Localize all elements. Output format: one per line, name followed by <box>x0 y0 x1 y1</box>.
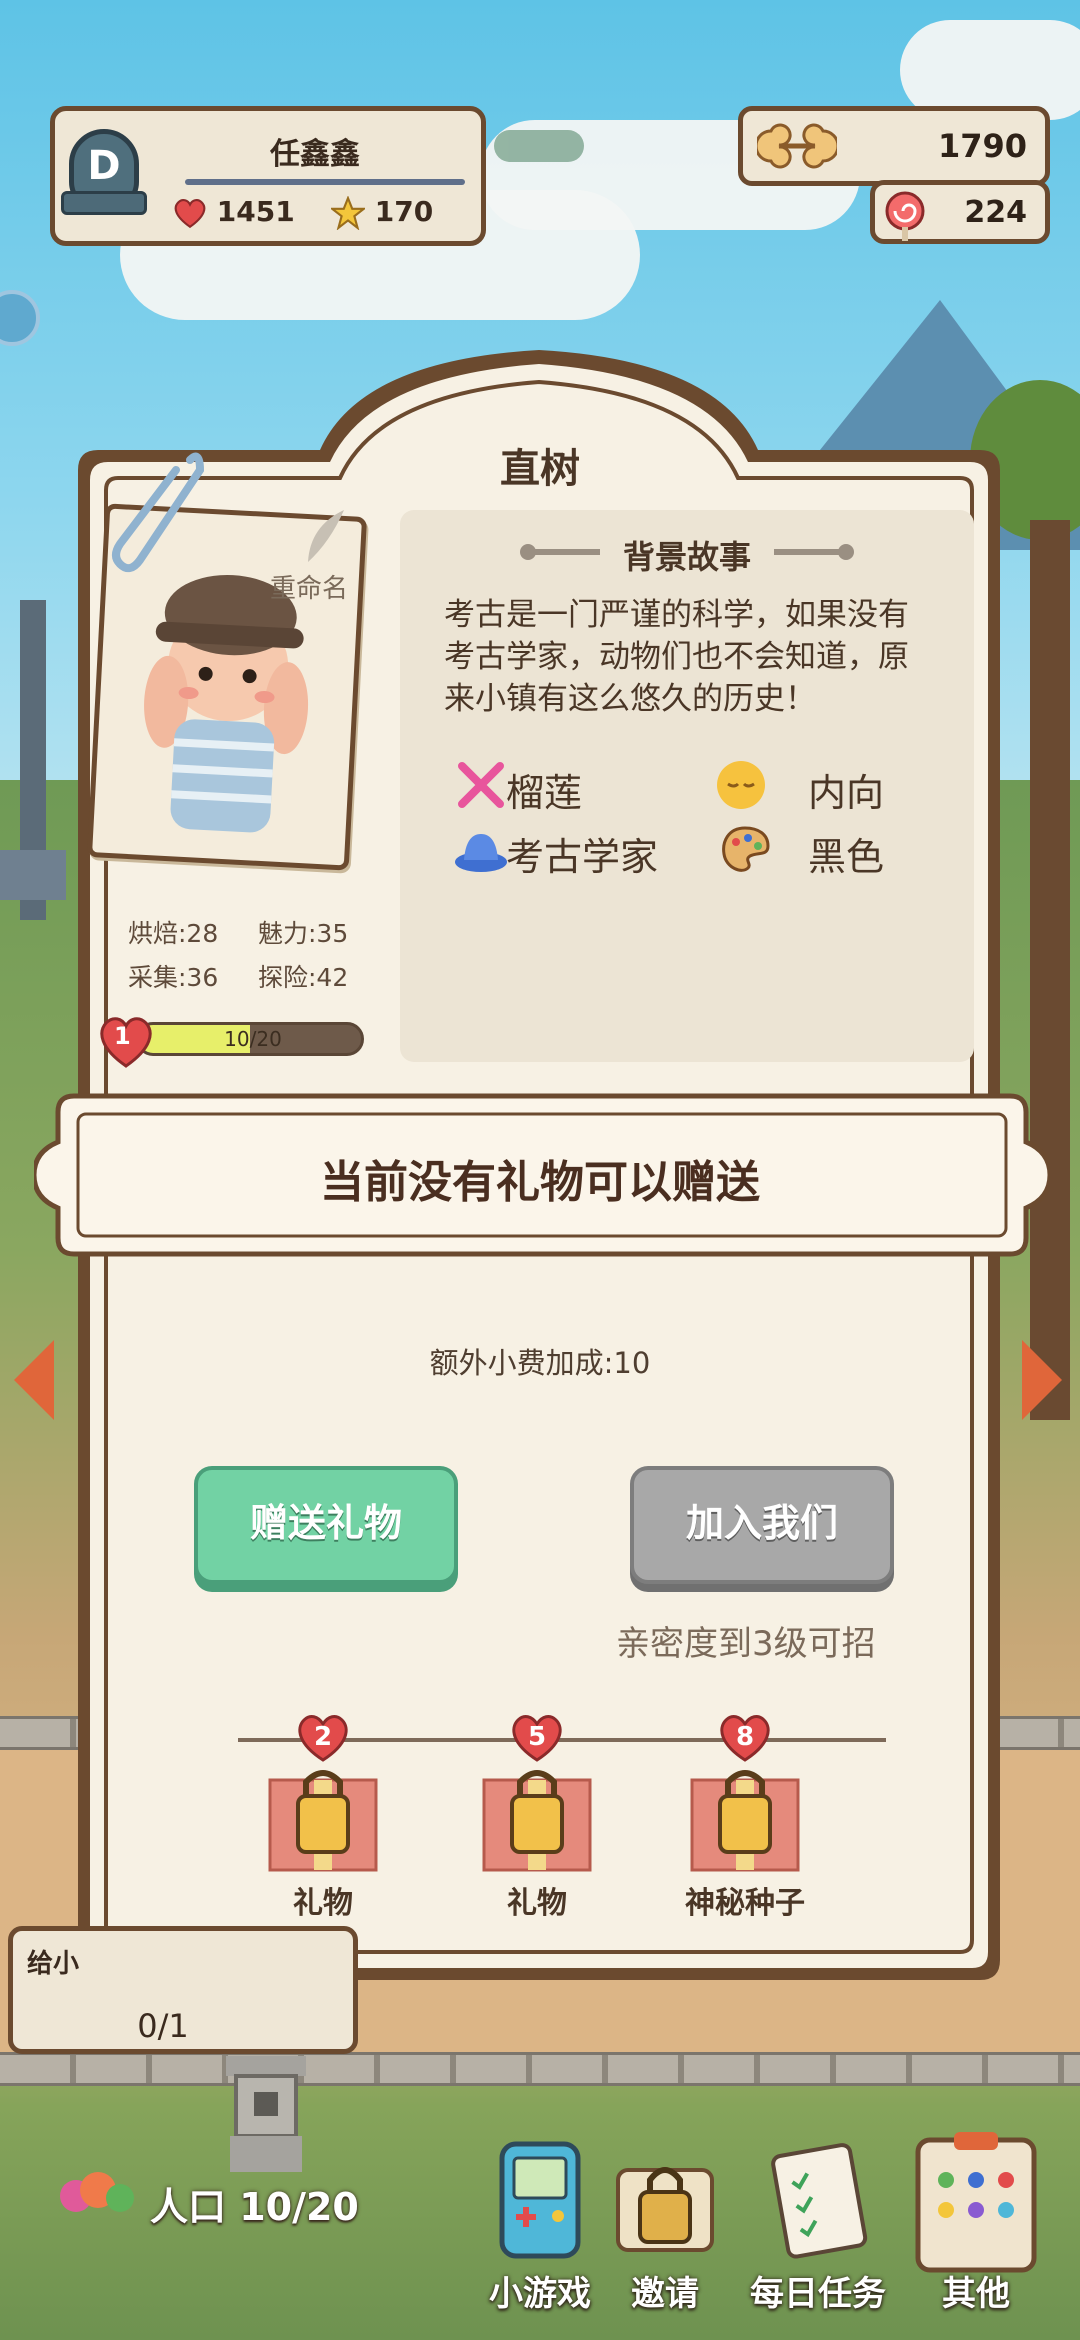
reward-label: 礼物 <box>293 1886 353 1921</box>
player-profile-panel[interactable]: D 任鑫鑫 1451 170 <box>50 106 486 246</box>
invite-button[interactable]: 邀请 <box>600 2130 730 2340</box>
invite-label: 邀请 <box>631 2274 699 2314</box>
bond-progress-text: 10/20 <box>224 1027 282 1051</box>
story-heading: 背景故事 <box>622 538 751 576</box>
population-icon <box>60 2172 134 2212</box>
trait-job: 考古学家 <box>506 835 659 879</box>
reward-item[interactable]: 5 礼物 <box>462 1700 612 1921</box>
candy-resource[interactable]: 224 <box>870 180 1050 244</box>
population-count: 人口 10/20 <box>150 2185 359 2229</box>
stat-gathering: 采集:36 <box>128 963 219 992</box>
stone-border <box>0 2052 1080 2086</box>
fork-knife-icon <box>458 762 504 808</box>
bond-progress: 10/20 1 <box>96 1014 372 1068</box>
hat-icon <box>455 834 507 872</box>
daily-tasks-button[interactable]: 每日任务 <box>740 2130 896 2340</box>
trait-personality: 内向 <box>807 771 884 815</box>
paperclip-icon <box>112 452 205 573</box>
reward-level: 2 <box>313 1722 333 1752</box>
rename-button[interactable]: 重命名 <box>270 568 348 605</box>
task-panel[interactable]: 给小 0/1 <box>8 1926 358 2054</box>
clipboard-icon <box>915 2132 1037 2273</box>
task-title: 给小 <box>27 1949 80 1979</box>
join-requirement-hint: 亲密度到3级可招 <box>616 1624 876 1664</box>
reward-level: 5 <box>527 1722 547 1752</box>
candy-value: 224 <box>964 195 1027 230</box>
hearts-value: 1451 <box>216 195 295 228</box>
minigame-label: 小游戏 <box>489 2274 591 2314</box>
locked-invite-icon <box>616 2167 714 2252</box>
no-gift-message: 当前没有礼物可以赠送 <box>320 1157 760 1208</box>
stars-stat: 170 <box>331 195 433 230</box>
reward-item[interactable]: 8 神秘种子 <box>670 1700 820 1921</box>
version-pill <box>494 130 584 162</box>
hearts-stat: 1451 <box>173 195 295 230</box>
task-count: 0/1 <box>137 2007 189 2045</box>
bone-icon <box>757 123 837 169</box>
next-arrow-icon[interactable] <box>1022 1340 1062 1420</box>
star-icon <box>331 196 365 230</box>
trait-favorite-food: 榴莲 <box>506 771 583 815</box>
send-gift-button[interactable]: 赠送礼物 <box>194 1466 458 1584</box>
stat-charm: 魅力:35 <box>258 919 349 948</box>
rank-ribbon <box>61 191 147 215</box>
cloud <box>900 20 1080 120</box>
quill-icon <box>308 510 344 562</box>
bones-value: 1790 <box>937 127 1027 165</box>
player-name: 任鑫鑫 <box>270 137 360 172</box>
name-underline <box>185 179 465 185</box>
bones-resource[interactable]: 1790 <box>738 106 1050 186</box>
bond-level: 1 <box>114 1022 131 1050</box>
rank-letter: D <box>87 143 121 189</box>
extra-tip-bonus: 额外小费加成:10 <box>429 1346 651 1380</box>
reward-item[interactable]: 2 礼物 <box>248 1700 398 1921</box>
heart-icon <box>174 199 206 229</box>
trait-color: 黑色 <box>807 835 884 879</box>
stat-adventure: 探险:42 <box>258 963 349 992</box>
reward-level: 8 <box>735 1722 755 1752</box>
story-text: 考古是一门严谨的科学，如果没有考古学家，动物们也不会知道，原来小镇有这么悠久的历… <box>444 597 909 717</box>
stone-lantern <box>226 2056 306 2172</box>
stars-value: 170 <box>374 195 434 228</box>
bond-bar: 10/20 <box>136 1022 364 1056</box>
character-stats: 烘焙:28 魅力:35 采集:36 探险:42 <box>128 912 388 1000</box>
join-us-button[interactable]: 加入我们 <box>630 1466 894 1584</box>
minigame-button[interactable]: 小游戏 <box>470 2130 610 2340</box>
gameboy-icon <box>499 2141 581 2259</box>
reward-label: 神秘种子 <box>685 1886 805 1921</box>
daily-tasks-label: 每日任务 <box>750 2274 886 2314</box>
checklist-icon <box>771 2143 868 2259</box>
reward-label: 礼物 <box>507 1886 567 1921</box>
lollipop-icon <box>885 191 925 241</box>
prev-arrow-icon[interactable] <box>14 1340 54 1420</box>
background-story-panel: 背景故事 考古是一门严谨的科学，如果没有考古学家，动物们也不会知道，原来小镇有这… <box>400 510 974 1062</box>
other-button[interactable]: 其他 <box>906 2130 1046 2340</box>
other-label: 其他 <box>942 2274 1010 2314</box>
stat-baking: 烘焙:28 <box>128 919 219 948</box>
